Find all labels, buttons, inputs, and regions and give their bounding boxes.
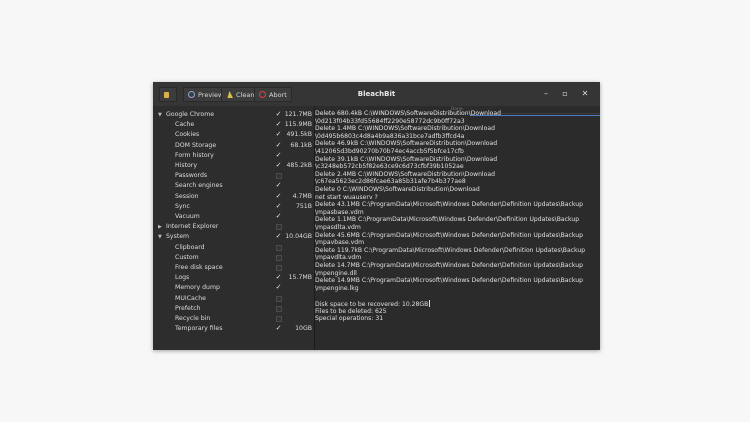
tree-row-label: Google Chrome (166, 111, 215, 118)
tree-row[interactable]: Clipboard (153, 243, 314, 253)
tree-row-label: Search engines (175, 182, 223, 190)
checkbox-unchecked[interactable] (276, 305, 282, 312)
tree-row[interactable]: Temporary files ✓ 10GB (153, 324, 314, 334)
tree-row-label: Logs (175, 274, 190, 282)
tree-row-label: Prefetch (175, 304, 201, 312)
minimize-button[interactable]: – (540, 88, 552, 100)
checkbox-unchecked[interactable] (276, 173, 282, 180)
tree-row-label: Sync (175, 202, 190, 210)
tree-row[interactable]: ▼ Google Chrome ✓ 121.7MB (153, 110, 314, 120)
checkbox-checked[interactable]: ✓ (275, 111, 282, 118)
tree-row-label: Passwords (175, 172, 208, 180)
tree-row[interactable]: ▼ System ✓ 10.04GB (153, 232, 314, 242)
cleaner-tree: ▼ Google Chrome ✓ 121.7MB Cache ✓ 115.9MB Cooki… (153, 106, 314, 350)
title-bar: Preview Clean Abort BleachBit – ▫ ✕ (153, 82, 600, 107)
checkbox-checked[interactable]: ✓ (275, 274, 282, 281)
checkbox-checked[interactable]: ✓ (275, 151, 282, 159)
checkbox-checked[interactable]: ✓ (275, 131, 282, 138)
tree-row-size: 491.5kB (286, 131, 312, 139)
stop-icon (259, 91, 266, 98)
checkbox-checked[interactable]: ✓ (275, 121, 282, 128)
checkbox-checked[interactable]: ✓ (275, 192, 282, 200)
tree-row[interactable]: Custom (153, 253, 314, 263)
tree-row-size: 15.7MB (288, 274, 312, 282)
tree-row-label: Cookies (175, 131, 200, 139)
maximize-button[interactable]: ▫ (559, 88, 571, 100)
tree-row[interactable]: Search engines ✓ (153, 181, 314, 191)
tree-row-label: Session (175, 192, 199, 200)
tree-row[interactable]: History ✓ 485.2kB (153, 161, 314, 171)
abort-button[interactable]: Abort (254, 87, 292, 102)
tree-row[interactable]: Prefetch (153, 304, 314, 314)
tree-row-size: 485.2kB (286, 162, 312, 169)
text-caret (429, 300, 431, 307)
tree-row[interactable]: Cache ✓ 115.9MB (153, 120, 314, 130)
tree-row-size: 121.7MB (284, 111, 312, 118)
tree-row-label: Vacuum (175, 213, 200, 220)
checkbox-checked[interactable]: ✓ (275, 162, 282, 169)
checkbox-unchecked[interactable] (276, 316, 282, 322)
tree-row[interactable]: Session ✓ 4.7MB (153, 192, 314, 202)
tree-row[interactable]: Memory dump ✓ (153, 283, 314, 293)
tree-row-label: DOM Storage (175, 141, 217, 149)
tree-row-label: Free disk space (175, 264, 223, 271)
tree-row-size: 115.9MB (284, 121, 312, 129)
tree-row[interactable]: Cookies ✓ 491.5kB (153, 130, 314, 140)
folder-icon (164, 91, 169, 98)
tree-row-label: Clipboard (175, 243, 205, 251)
expander-down-icon[interactable]: ▼ (158, 110, 162, 120)
preview-icon (188, 91, 195, 98)
tree-row-size: 10.04GB (285, 233, 312, 241)
log-line: Special operations: 31 (315, 315, 384, 323)
checkbox-checked[interactable]: ✓ (275, 325, 282, 332)
tree-row-label: Form history (175, 151, 214, 159)
tree-row[interactable]: Passwords (153, 171, 314, 181)
checkbox-unchecked[interactable] (276, 224, 282, 231)
tree-row[interactable]: Recycle bin (153, 314, 314, 324)
checkbox-checked[interactable]: ✓ (275, 213, 282, 220)
tree-row-size: 751B (295, 202, 312, 210)
expander-right-icon[interactable]: ▶ (158, 222, 162, 232)
tree-row[interactable]: Form history ✓ (153, 151, 314, 161)
tree-row-label: History (175, 162, 198, 169)
checkbox-checked[interactable]: ✓ (275, 233, 282, 240)
checkbox-checked[interactable]: ✓ (275, 182, 282, 189)
log-line: \mpengine.lkg (315, 284, 359, 292)
broom-icon (227, 91, 233, 98)
checkbox-checked[interactable]: ✓ (275, 284, 282, 291)
bleachbit-window: Preview Clean Abort BleachBit – ▫ ✕ ▼ Goo… (153, 82, 600, 350)
tree-row-label: Recycle bin (175, 315, 211, 322)
tree-row-label: MUICache (175, 294, 206, 302)
tree-row[interactable]: Logs ✓ 15.7MB (153, 273, 314, 283)
tree-row-label: Custom (175, 253, 199, 261)
abort-label: Abort (269, 90, 287, 99)
checkbox-unchecked[interactable] (276, 265, 282, 271)
tree-row-label: Temporary files (175, 325, 223, 333)
tree-row[interactable]: Vacuum ✓ (153, 212, 314, 222)
tree-row-label: Memory dump (175, 284, 220, 292)
clean-label: Clean (236, 90, 255, 99)
tree-row-label: Internet Explorer (166, 223, 219, 231)
tree-row-label: Cache (175, 121, 195, 129)
tree-row-size: 4.7MB (292, 192, 312, 200)
checkbox-unchecked[interactable] (276, 295, 282, 302)
close-button[interactable]: ✕ (579, 88, 591, 100)
preview-label: Preview (198, 90, 224, 99)
checkbox-checked[interactable]: ✓ (275, 141, 282, 149)
expander-down-icon[interactable]: ▼ (158, 232, 162, 242)
tree-row[interactable]: MUICache (153, 294, 314, 304)
tree-row[interactable]: DOM Storage ✓ 68.1kB (153, 141, 314, 151)
tree-row-size: 68.1kB (290, 141, 312, 149)
tree-row[interactable]: ▶ Internet Explorer (153, 222, 314, 232)
tree-row-label: System (166, 233, 190, 241)
app-menu-button[interactable] (159, 87, 177, 102)
checkbox-checked[interactable]: ✓ (275, 202, 282, 210)
tree-row-size: 10GB (295, 325, 312, 333)
tree-row[interactable]: Free disk space (153, 263, 314, 273)
checkbox-unchecked[interactable] (276, 254, 282, 261)
log-pane: Done. Delete 680.4kB C:\WINDOWS\Software… (315, 106, 600, 350)
checkbox-unchecked[interactable] (276, 244, 282, 251)
tree-row[interactable]: Sync ✓ 751B (153, 202, 314, 212)
